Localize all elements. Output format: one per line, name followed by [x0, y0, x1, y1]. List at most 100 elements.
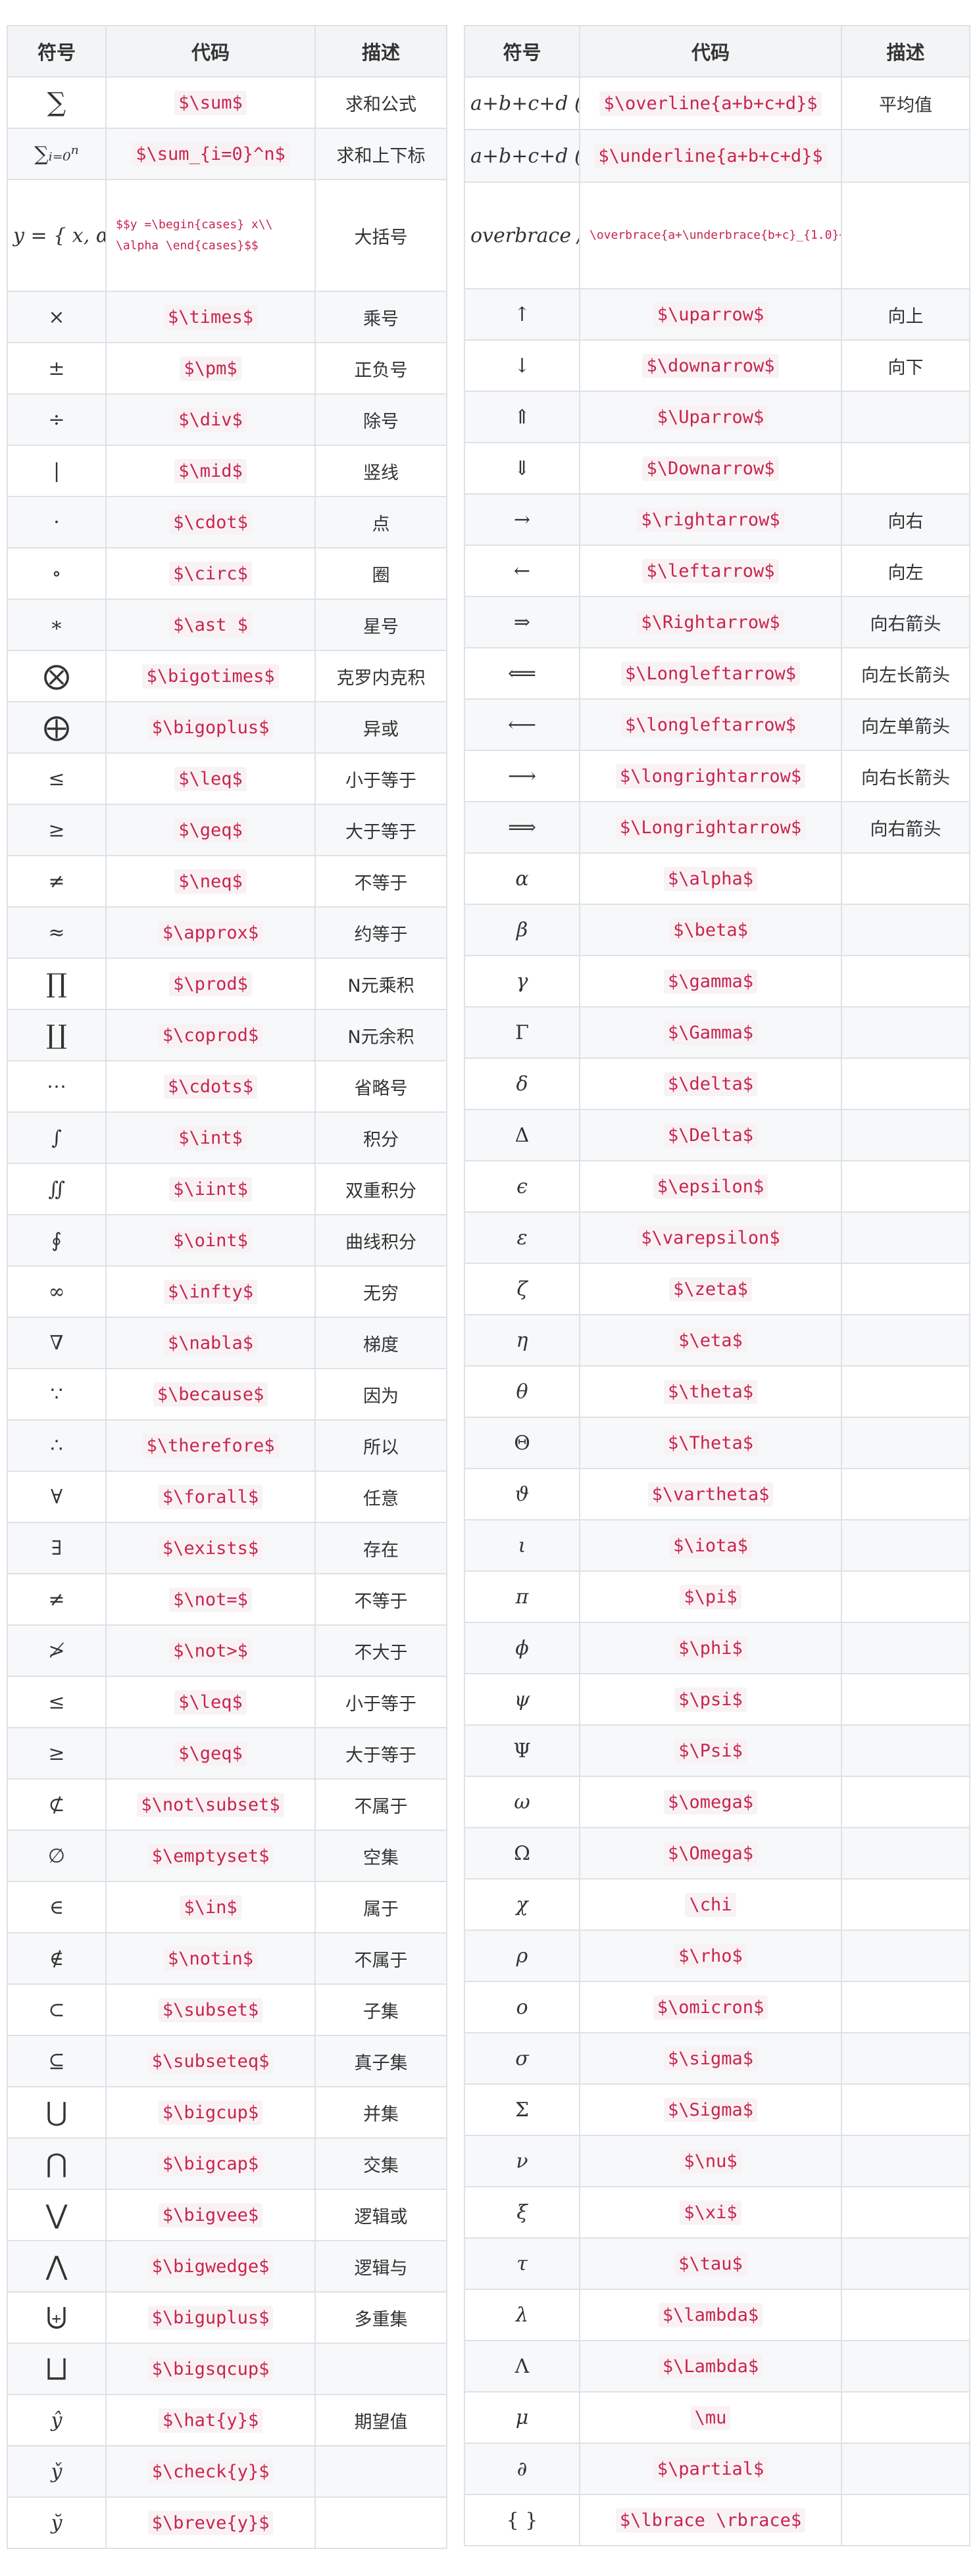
latex-code: $\bigsqcup$	[147, 2356, 274, 2381]
latex-code: $\bigoplus$	[147, 715, 274, 740]
code-cell: $\cdot$	[105, 496, 316, 548]
symbol-cell: ⊂	[7, 1983, 107, 2036]
latex-code: $\alpha$	[663, 866, 758, 891]
description-cell: 属于	[314, 1881, 447, 1933]
symbol-glyph: ±	[48, 356, 65, 380]
symbol-cell: δ	[464, 1057, 580, 1110]
latex-code: $\pm$	[180, 356, 241, 381]
description-text: 积分	[363, 1129, 399, 1150]
description-text: 所以	[363, 1437, 399, 1458]
description-cell	[841, 1109, 970, 1161]
description-cell	[841, 2237, 970, 2290]
symbol-glyph: Σ	[514, 2098, 530, 2122]
description-cell: 竖线	[314, 445, 447, 497]
description-cell	[841, 1006, 970, 1059]
symbol-cell: ≥	[7, 1727, 107, 1780]
table-row: ± $\pm$ 正负号	[7, 342, 447, 395]
latex-code: \mu	[690, 2405, 731, 2430]
latex-code: $\epsilon$	[653, 1174, 768, 1199]
description-cell: N元余积	[314, 1009, 447, 1061]
code-cell: $\alpha$	[579, 852, 842, 905]
symbol-glyph: ÷	[48, 408, 65, 431]
latex-code: $\breve{y}$	[147, 2510, 274, 2535]
description-cell: 积分	[314, 1111, 447, 1164]
symbol-cell: y̌	[7, 2445, 107, 2498]
symbol-glyph: Δ	[514, 1123, 530, 1147]
description-cell	[841, 2289, 970, 2341]
description-text: 大括号	[354, 227, 408, 248]
table-row: ϕ $\phi$	[464, 1622, 970, 1674]
latex-code: $\delta$	[663, 1071, 758, 1096]
description-text: 存在	[363, 1540, 399, 1561]
latex-code: $\Downarrow$	[642, 456, 779, 481]
description-cell: 真子集	[314, 2035, 447, 2087]
symbol-glyph: Γ	[515, 1021, 529, 1044]
symbol-glyph: ⨆	[46, 2354, 67, 2384]
table-row: ≠ $\not=$ 不等于	[7, 1573, 447, 1626]
description-text: 多重集	[354, 2309, 408, 2330]
code-cell: $\pi$	[579, 1570, 842, 1623]
table-row: × $\times$ 乘号	[7, 291, 447, 343]
description-cell	[841, 1776, 970, 1828]
symbol-cell: ⋯	[7, 1060, 107, 1113]
description-cell	[841, 2032, 970, 2085]
symbol-glyph: Ω	[514, 1841, 530, 1865]
description-cell: 期望值	[314, 2394, 447, 2446]
header-code: 代码	[579, 25, 842, 78]
description-cell	[841, 2494, 970, 2546]
symbol-glyph: ξ	[516, 2200, 528, 2224]
code-cell: \chi	[579, 1878, 842, 1931]
code-cell: $\subseteq$	[105, 2035, 316, 2087]
symbol-glyph: ⇑	[513, 405, 531, 429]
description-cell: 约等于	[314, 906, 447, 959]
code-cell: $\bigvee$	[105, 2189, 316, 2241]
symbol-cell: ∏	[7, 958, 107, 1010]
table-row: ι $\iota$	[464, 1519, 970, 1572]
table-row: ⟶ $\longrightarrow$ 向右长箭头	[464, 750, 970, 802]
description-cell: 向右长箭头	[841, 750, 970, 802]
symbol-glyph: Ψ	[513, 1739, 531, 1762]
table-row: σ $\sigma$	[464, 2032, 970, 2085]
table-row: ∏ $\prod$ N元乘积	[7, 958, 447, 1010]
table-row: η $\eta$	[464, 1314, 970, 1367]
table-row: β $\beta$	[464, 904, 970, 956]
symbol-glyph: ∂	[516, 2457, 528, 2481]
table-row: τ $\tau$	[464, 2237, 970, 2290]
symbol-glyph: Θ	[514, 1431, 530, 1455]
table-row: ⋂ $\bigcap$ 交集	[7, 2137, 447, 2190]
symbol-glyph: ≠	[48, 869, 65, 893]
symbol-cell: ∑	[7, 76, 107, 129]
symbol-cell: ε	[464, 1211, 580, 1264]
latex-code: $\downarrow$	[642, 353, 779, 378]
latex-code: $\prod$	[169, 971, 252, 996]
table-row: ⋀ $\bigwedge$ 逻辑与	[7, 2240, 447, 2293]
latex-code: $\Longleftarrow$	[620, 661, 801, 686]
latex-code: $\mid$	[174, 458, 247, 483]
description-text: 异或	[363, 719, 399, 740]
code-cell: $\Longleftarrow$	[579, 647, 842, 700]
description-cell	[841, 1827, 970, 1880]
code-cell: $\mid$	[105, 445, 316, 497]
symbol-cell: ξ	[464, 2186, 580, 2239]
table-row: Λ $\Lambda$	[464, 2340, 970, 2393]
description-cell: 向左长箭头	[841, 647, 970, 700]
code-cell: $\sigma$	[579, 2032, 842, 2085]
description-cell	[314, 2496, 447, 2549]
latex-code: $\bigwedge$	[147, 2254, 274, 2279]
table-row: ≤ $\leq$ 小于等于	[7, 1676, 447, 1728]
table-row: Σ $\Sigma$	[464, 2083, 970, 2136]
symbol-glyph: ε	[516, 1226, 528, 1250]
symbol-cell: ψ	[464, 1673, 580, 1726]
description-cell	[841, 1981, 970, 2033]
description-cell	[841, 1622, 970, 1674]
symbol-cell: ω	[464, 1776, 580, 1828]
latex-code: $\because$	[153, 1382, 268, 1407]
description-text: 属于	[363, 1899, 399, 1920]
latex-code: $\Psi$	[674, 1738, 747, 1763]
table-row: ⊄ $\not\subset$ 不属于	[7, 1778, 447, 1831]
symbol-cell: μ	[464, 2391, 580, 2444]
code-cell: $\breve{y}$	[105, 2496, 316, 2549]
table-row: Γ $\Gamma$	[464, 1006, 970, 1059]
symbol-glyph: ≈	[48, 921, 65, 944]
description-text: 约等于	[354, 924, 408, 945]
